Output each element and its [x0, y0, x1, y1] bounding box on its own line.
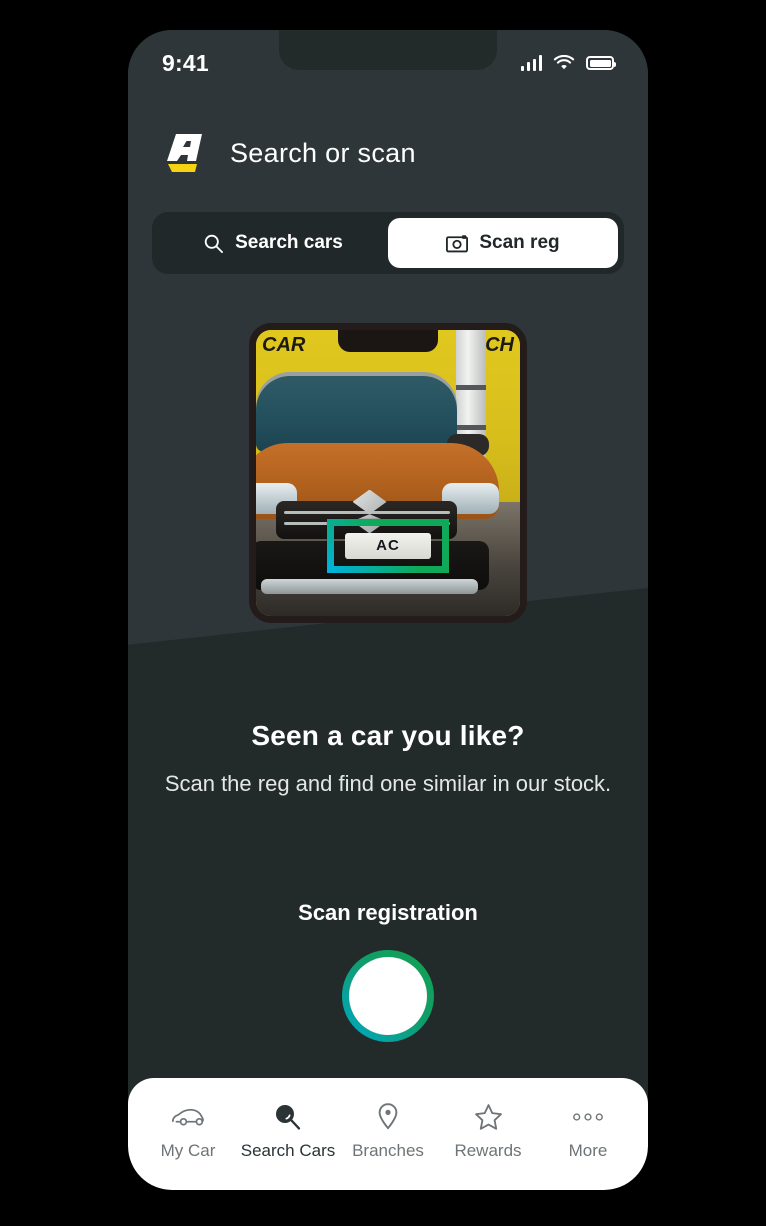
licence-plate: AC [345, 532, 431, 559]
tab-search-cars-label: Search cars [235, 232, 343, 253]
signal-icon [520, 55, 542, 71]
nav-item-my-car-label: My Car [160, 1140, 216, 1160]
nav-item-branches-label: Branches [352, 1140, 424, 1160]
star-icon [474, 1102, 503, 1132]
car-bumper-trim [260, 578, 479, 595]
nav-item-branches[interactable]: Branches [338, 1102, 438, 1161]
location-pin-icon [376, 1102, 400, 1132]
segmented-control: Search cars Scan reg [152, 212, 624, 274]
nav-item-more[interactable]: More [538, 1102, 638, 1161]
headline: Seen a car you like? [251, 720, 525, 751]
nav-item-my-car[interactable]: My Car [138, 1102, 238, 1161]
screenshot-root: 9:41 Search or scan Search cars Scan reg… [0, 0, 766, 1226]
banner-text-left: CAR [262, 334, 306, 356]
bottom-navigation: My Car Search Cars Branches Rewards More [128, 1078, 648, 1190]
nav-item-rewards-label: Rewards [454, 1140, 522, 1160]
scan-section: Scan registration [128, 900, 648, 1042]
shutter-core [349, 957, 427, 1035]
subheadline: Scan the reg and find one similar in our… [164, 771, 612, 796]
nav-item-rewards[interactable]: Rewards [438, 1102, 538, 1161]
nav-item-more-label: More [568, 1140, 608, 1160]
copy-block: Seen a car you like? Scan the reg and fi… [128, 720, 648, 802]
tab-search-cars[interactable]: Search cars [158, 218, 388, 268]
scan-registration-label: Scan registration [298, 900, 478, 925]
status-time: 9:41 [162, 49, 209, 76]
arnold-clark-logo [167, 134, 202, 172]
tab-scan-reg-label: Scan reg [479, 232, 560, 253]
shutter-ring-gap [349, 957, 427, 1035]
scan-shutter-button[interactable] [342, 950, 434, 1042]
tab-scan-reg[interactable]: Scan reg [388, 218, 618, 268]
scan-bracket: AC [327, 518, 449, 573]
status-icons [520, 55, 616, 71]
app-header: Search or scan [128, 130, 648, 176]
mockup-notch [338, 330, 438, 352]
camera-icon [446, 234, 469, 252]
search-icon [204, 234, 224, 253]
camera-photo: CAR CH [256, 330, 520, 616]
nav-item-search-cars[interactable]: Search Cars [238, 1102, 338, 1161]
battery-icon [586, 56, 616, 70]
page-title: Search or scan [230, 137, 416, 168]
nav-item-search-cars-label: Search Cars [240, 1140, 336, 1160]
banner-text-right: CH [485, 334, 514, 356]
search-icon [274, 1102, 302, 1132]
car-icon [171, 1102, 205, 1132]
status-bar: 9:41 [128, 30, 648, 96]
wifi-icon [553, 55, 575, 70]
phone-device: 9:41 Search or scan Search cars Scan reg… [128, 30, 648, 1190]
car-windscreen [256, 375, 458, 452]
phone-camera-mockup: CAR CH AC [249, 323, 527, 623]
mockup-screen: CAR CH AC [256, 330, 520, 616]
ellipsis-icon [572, 1102, 604, 1132]
